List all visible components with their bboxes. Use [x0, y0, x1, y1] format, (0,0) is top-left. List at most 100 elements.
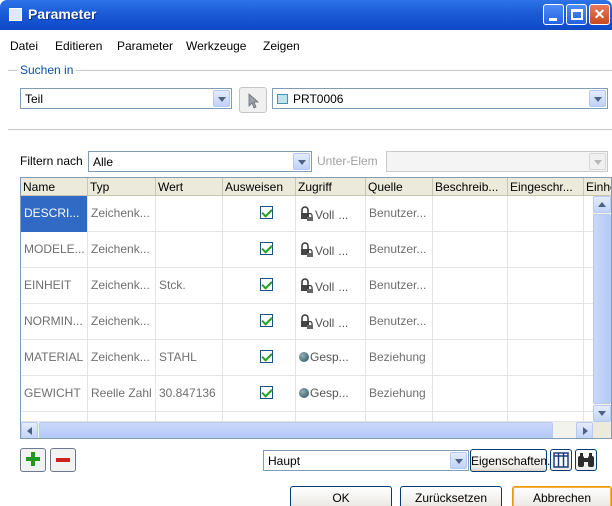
cell-einheit[interactable] [584, 304, 593, 340]
cell-quelle[interactable]: Beziehung [366, 376, 433, 412]
cell-name[interactable]: GEWICHT [21, 376, 88, 412]
cell-typ[interactable]: Zeichenk... [88, 196, 156, 232]
chevron-down-icon[interactable] [213, 90, 230, 107]
object-dropdown[interactable]: PRT0006 [272, 88, 608, 109]
cell-typ[interactable]: Zeichenk... [88, 304, 156, 340]
cell-quelle[interactable]: Beziehung [366, 340, 433, 376]
scroll-right-button[interactable] [576, 422, 593, 438]
scroll-up-button[interactable] [593, 196, 611, 213]
cell-name[interactable]: MODELE... [21, 232, 88, 268]
cell-zugriff[interactable]: Gesp... [296, 340, 366, 376]
cell-zugriff[interactable]: Voll... [296, 232, 366, 268]
cell-beschreibung[interactable] [433, 196, 508, 232]
horizontal-scrollbar[interactable] [21, 422, 593, 438]
table-row[interactable]: EINHEIT Zeichenk... Stck. Voll... Benutzer..… [21, 268, 593, 304]
cell-wert[interactable] [156, 232, 223, 268]
table-row[interactable]: NORMIN... Zeichenk... Voll... Benutzer... [21, 304, 593, 340]
cell-quelle[interactable]: Benutzer... [366, 268, 433, 304]
menu-datei[interactable]: Datei [10, 39, 38, 53]
cell-beschreibung[interactable] [433, 232, 508, 268]
close-button[interactable]: ✕ [589, 4, 610, 25]
cell-eingeschraenkt[interactable] [508, 196, 584, 232]
menu-werkzeuge[interactable]: Werkzeuge [186, 39, 246, 53]
cell-einheit[interactable] [584, 196, 593, 232]
vertical-scrollbar[interactable] [593, 196, 611, 422]
cell-typ[interactable]: Zeichenk... [88, 268, 156, 304]
ausweisen-checkbox[interactable] [260, 242, 273, 255]
menu-editieren[interactable]: Editieren [55, 39, 102, 53]
scroll-left-button[interactable] [21, 422, 38, 438]
cell-wert[interactable] [156, 304, 223, 340]
table-row[interactable]: DESCRI... Zeichenk... Voll... Benutzer... [21, 196, 593, 232]
cell-einheit[interactable] [584, 232, 593, 268]
maximize-button[interactable] [566, 4, 587, 25]
cell-name[interactable]: EINHEIT [21, 268, 88, 304]
find-button[interactable] [575, 449, 597, 471]
table-row[interactable]: GEWICHT Reelle Zahl 30.847136 Gesp... Bezieh… [21, 376, 593, 412]
properties-button[interactable]: Eigenschaften... [470, 449, 557, 472]
cell-zugriff[interactable]: Voll... [296, 196, 366, 232]
cell-einheit[interactable] [584, 268, 593, 304]
ausweisen-checkbox[interactable] [260, 314, 273, 327]
column-header-beschreibung[interactable]: Beschreib... [433, 178, 508, 196]
cell-eingeschraenkt[interactable] [508, 268, 584, 304]
column-header-eingeschraenkt[interactable]: Eingeschr... [508, 178, 584, 196]
cell-wert[interactable] [156, 196, 223, 232]
chevron-down-icon[interactable] [450, 452, 467, 469]
ausweisen-checkbox[interactable] [260, 278, 273, 291]
cell-name[interactable]: MATERIAL [21, 340, 88, 376]
cell-zugriff[interactable]: Voll... [296, 304, 366, 340]
cancel-button[interactable]: Abbrechen [512, 486, 612, 506]
column-settings-button[interactable] [550, 449, 572, 471]
scroll-down-button[interactable] [593, 405, 611, 422]
table-row[interactable]: MATERIAL Zeichenk... STAHL Gesp... Beziehung [21, 340, 593, 376]
cell-quelle[interactable]: Benutzer... [366, 232, 433, 268]
cell-eingeschraenkt[interactable] [508, 232, 584, 268]
filter-dropdown[interactable]: Alle [88, 151, 312, 172]
search-scope-dropdown[interactable]: Teil [20, 88, 232, 109]
cell-zugriff[interactable]: Gesp... [296, 376, 366, 412]
menu-zeigen[interactable]: Zeigen [263, 39, 300, 53]
chevron-down-icon[interactable] [589, 90, 606, 107]
add-parameter-button[interactable] [20, 448, 46, 472]
cell-typ[interactable]: Zeichenk... [88, 232, 156, 268]
cell-quelle[interactable]: Benutzer... [366, 304, 433, 340]
cell-zugriff[interactable]: Voll... [296, 268, 366, 304]
cell-eingeschraenkt[interactable] [508, 340, 584, 376]
horizontal-scroll-thumb[interactable] [39, 422, 553, 438]
cell-einheit[interactable] [584, 340, 593, 376]
column-header-ausweisen[interactable]: Ausweisen [223, 178, 296, 196]
cell-name[interactable]: DESCRI... [21, 196, 88, 232]
menu-parameter[interactable]: Parameter [117, 39, 173, 53]
view-dropdown[interactable]: Haupt [263, 450, 469, 471]
cell-beschreibung[interactable] [433, 304, 508, 340]
cell-typ[interactable]: Zeichenk... [88, 340, 156, 376]
column-header-zugriff[interactable]: Zugriff [296, 178, 366, 196]
cell-eingeschraenkt[interactable] [508, 376, 584, 412]
cell-wert[interactable]: 30.847136 [156, 376, 223, 412]
column-header-einheit[interactable]: Einhei [584, 178, 611, 196]
vertical-scroll-thumb[interactable] [593, 214, 611, 404]
column-header-quelle[interactable]: Quelle [366, 178, 433, 196]
cell-wert[interactable]: STAHL [156, 340, 223, 376]
select-pointer-button[interactable] [239, 87, 267, 113]
column-header-wert[interactable]: Wert [156, 178, 223, 196]
column-header-name[interactable]: Name [21, 178, 88, 196]
ok-button[interactable]: OK [290, 486, 392, 506]
column-header-typ[interactable]: Typ [88, 178, 156, 196]
remove-parameter-button[interactable] [50, 448, 76, 472]
ausweisen-checkbox[interactable] [260, 350, 273, 363]
ausweisen-checkbox[interactable] [260, 206, 273, 219]
cell-beschreibung[interactable] [433, 376, 508, 412]
ausweisen-checkbox[interactable] [260, 386, 273, 399]
cell-quelle[interactable]: Benutzer... [366, 196, 433, 232]
cell-beschreibung[interactable] [433, 268, 508, 304]
reset-button[interactable]: Zurücksetzen [400, 486, 502, 506]
cell-typ[interactable]: Reelle Zahl [88, 376, 156, 412]
cell-einheit[interactable] [584, 376, 593, 412]
cell-name[interactable]: NORMIN... [21, 304, 88, 340]
cell-beschreibung[interactable] [433, 340, 508, 376]
cell-wert[interactable]: Stck. [156, 268, 223, 304]
chevron-down-icon[interactable] [293, 153, 310, 170]
minimize-button[interactable] [543, 4, 564, 25]
